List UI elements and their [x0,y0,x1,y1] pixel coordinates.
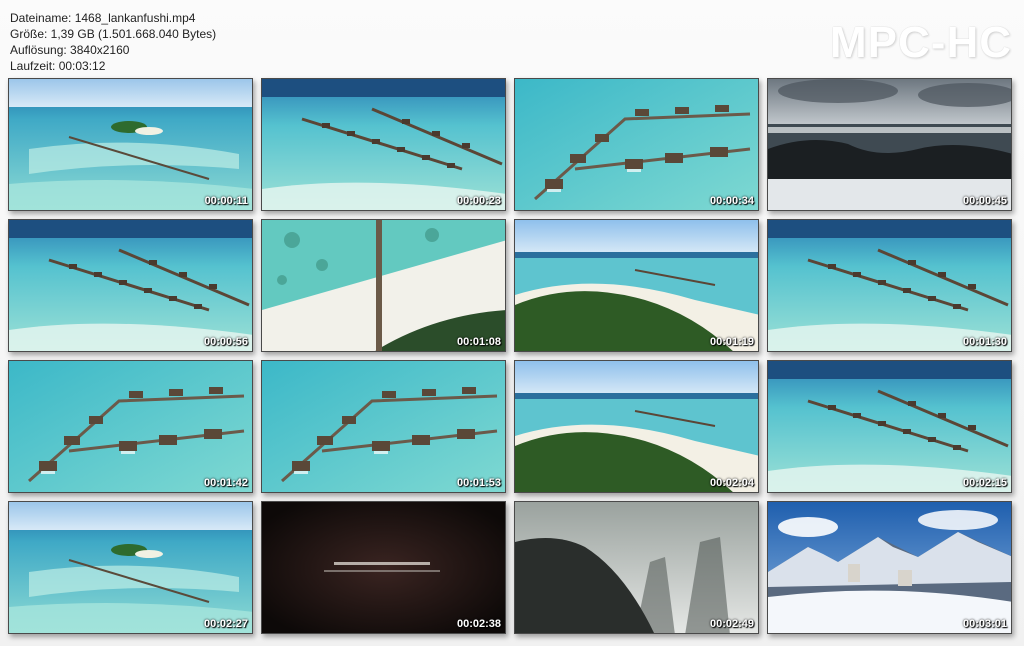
resolution-text: Auflösung: 3840x2160 [10,43,130,57]
video-thumbnail: 00:02:04 [514,360,759,493]
video-thumbnail: 00:02:15 [767,360,1012,493]
thumbnail-image [515,79,758,210]
duration-text: Laufzeit: 00:03:12 [10,59,106,73]
video-thumbnail: 00:02:49 [514,501,759,634]
mpc-hc-logo: MPC-HC [830,18,1012,67]
thumbnail-timestamp: 00:02:27 [203,618,248,630]
filesize-text: Größe: 1,39 GB (1.501.668.040 Bytes) [10,27,217,41]
thumbnail-timestamp: 00:01:08 [456,336,501,348]
video-thumbnail: 00:00:45 [767,78,1012,211]
thumbnail-image [515,361,758,492]
thumbnail-timestamp: 00:02:04 [709,477,754,489]
thumbnail-image [262,502,505,633]
thumbnail-image [768,79,1011,210]
thumbnail-timestamp: 00:02:49 [709,618,754,630]
thumbnail-timestamp: 00:00:11 [204,195,248,207]
thumbnail-timestamp: 00:03:01 [962,618,1007,630]
video-thumbnail: 00:01:53 [261,360,506,493]
thumbnail-timestamp: 00:01:19 [709,336,754,348]
thumbnail-image [768,502,1011,633]
thumbnail-image [768,361,1011,492]
thumbnail-timestamp: 00:00:23 [456,195,501,207]
video-thumbnail: 00:03:01 [767,501,1012,634]
thumbnail-timestamp: 00:00:56 [203,336,248,348]
video-thumbnail: 00:00:23 [261,78,506,211]
video-thumbnail: 00:01:42 [8,360,253,493]
video-thumbnail: 00:02:38 [261,501,506,634]
thumbnail-image [9,220,252,351]
thumbnail-image [9,361,252,492]
thumbnail-image [9,79,252,210]
video-thumbnail: 00:00:34 [514,78,759,211]
video-thumbnail: 00:00:11 [8,78,253,211]
thumbnail-timestamp: 00:00:34 [709,195,754,207]
thumbnail-image [262,79,505,210]
filename-text: Dateiname: 1468_lankanfushi.mp4 [10,11,196,25]
video-thumbnail: 00:00:56 [8,219,253,352]
video-thumbnail: 00:01:19 [514,219,759,352]
thumbnail-timestamp: 00:01:42 [203,477,248,489]
video-thumbnail: 00:02:27 [8,501,253,634]
thumbnail-timestamp: 00:02:38 [456,618,501,630]
thumbnail-image [262,220,505,351]
thumbnail-image [262,361,505,492]
file-info: Dateiname: 1468_lankanfushi.mp4 Größe: 1… [10,10,430,76]
thumbnail-image [768,220,1011,351]
thumbnail-timestamp: 00:00:45 [962,195,1007,207]
thumbnail-image [515,502,758,633]
video-thumbnail: 00:01:08 [261,219,506,352]
thumbnail-image [9,502,252,633]
thumbnail-timestamp: 00:01:30 [962,336,1007,348]
video-thumbnail: 00:01:30 [767,219,1012,352]
thumbnail-image [515,220,758,351]
thumbnail-timestamp: 00:02:15 [962,477,1007,489]
thumbnail-grid: 00:00:11 00:00:23 00:00:34 00:00:45 00:0… [8,78,1016,638]
thumbnail-timestamp: 00:01:53 [456,477,501,489]
